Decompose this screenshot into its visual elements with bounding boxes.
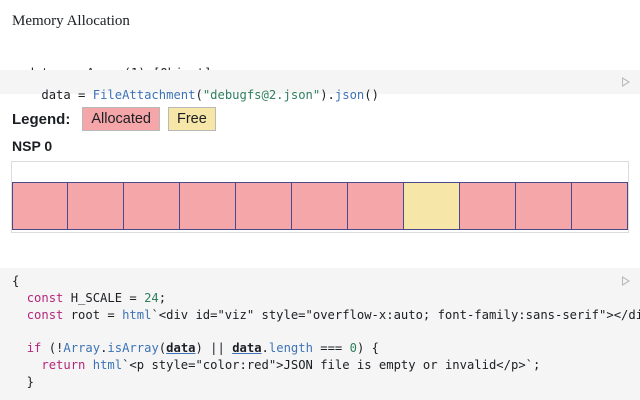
code-line: const root = html`<div id="viz" style="o…	[26, 307, 640, 322]
legend-free: Free	[168, 107, 216, 131]
var-name: data	[41, 88, 71, 102]
memory-block-allocated	[460, 182, 516, 230]
memory-viz[interactable]	[11, 161, 629, 233]
string-arg: "debugfs@2.json"	[202, 88, 321, 102]
code-cell-data[interactable]: data = FileAttachment("debugfs@2.json").…	[0, 70, 640, 102]
legend-allocated: Allocated	[82, 107, 160, 131]
code-line: return html`<p style="color:red">JSON fi…	[41, 357, 541, 372]
memory-block-allocated	[68, 182, 124, 230]
call-end: ()	[364, 88, 379, 102]
memory-block-allocated	[180, 182, 236, 230]
memory-block-allocated	[572, 182, 628, 230]
code-cell-viz[interactable]: { const H_SCALE = 24; const root = html`…	[0, 268, 640, 400]
run-cell-icon[interactable]	[622, 276, 630, 286]
paren-open: (	[195, 88, 203, 102]
code-source[interactable]: { const H_SCALE = 24; const root = html`…	[12, 273, 640, 391]
memory-block-allocated	[236, 182, 292, 230]
method-name: json	[334, 88, 365, 102]
memory-block-allocated	[12, 182, 68, 230]
code-line: const H_SCALE = 24;	[26, 290, 167, 305]
memory-blocks	[12, 182, 628, 230]
memory-block-allocated	[292, 182, 348, 230]
memory-block-allocated	[124, 182, 180, 230]
paren-close: ).	[320, 88, 335, 102]
legend-label: Legend:	[12, 110, 71, 128]
fn-name: FileAttachment	[92, 88, 196, 102]
memory-block-free	[404, 182, 460, 230]
memory-block-allocated	[348, 182, 404, 230]
assign-op: =	[70, 88, 93, 102]
code-line: }	[12, 374, 35, 389]
memory-block-allocated	[516, 182, 572, 230]
code-line: if (!Array.isArray(data) || data.length …	[26, 341, 379, 356]
notebook-title: Memory Allocation	[12, 13, 130, 29]
legend: Legend: Allocated Free	[12, 107, 224, 131]
nsp-label: NSP 0	[12, 138, 53, 154]
code-line: {	[12, 274, 20, 288]
run-cell-icon[interactable]	[622, 77, 630, 87]
